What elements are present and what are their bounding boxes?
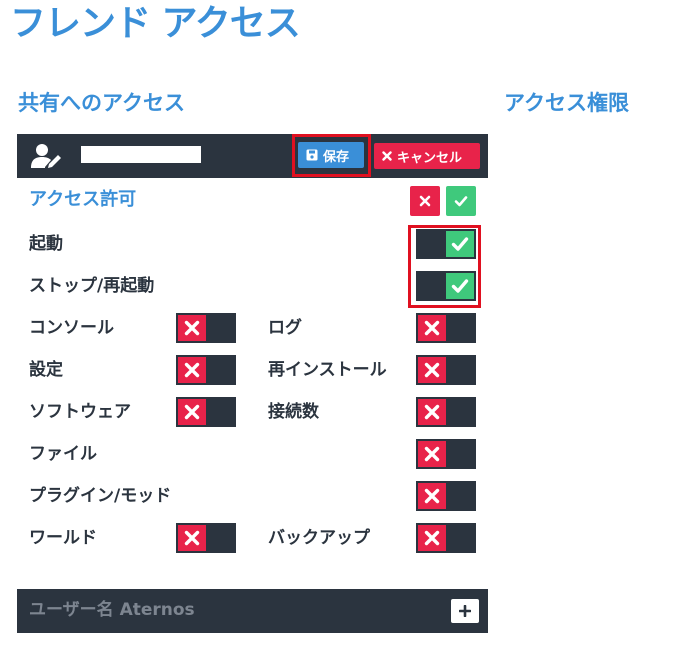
close-icon [419,195,431,207]
close-icon [424,488,440,504]
perm-label-backups: バックアップ [268,528,370,548]
perm-label-reinstall: 再インストール [268,360,387,380]
username-field [81,146,201,163]
perm-label-connections: 接続数 [268,402,319,422]
toggle-backups[interactable] [416,523,476,553]
toggle-knob-off [418,441,446,467]
add-user-input[interactable]: ユーザー名 Aternos [29,598,195,622]
perm-label-stop-restart: ストップ/再起動 [29,276,155,296]
toggle-knob-off [178,357,206,383]
save-label: 保存 [323,149,350,165]
close-icon [184,530,200,546]
deny-all-button[interactable] [410,186,440,216]
close-icon [382,151,392,161]
toggle-plugins-mods[interactable] [416,481,476,511]
perm-label-start: 起動 [29,234,63,254]
close-icon [184,404,200,420]
toggle-worlds[interactable] [176,523,236,553]
toggle-knob-off [418,315,446,341]
add-user-bar[interactable]: ユーザー名 Aternos [17,589,488,633]
toggle-knob-off [178,399,206,425]
toggle-settings[interactable] [176,355,236,385]
access-permissions-title: アクセス権限 [504,91,629,115]
perm-label-console: コンソール [29,318,114,338]
toggles-highlight-box [408,225,481,308]
user-edit-icon [31,144,61,168]
toggle-connections[interactable] [416,397,476,427]
perm-label-log: ログ [268,318,302,338]
close-icon [424,320,440,336]
close-icon [184,362,200,378]
checkmark-icon [454,196,468,207]
perm-label-software: ソフトウェア [29,402,131,422]
share-access-title: 共有へのアクセス [18,91,185,115]
close-icon [424,446,440,462]
close-icon [424,530,440,546]
close-icon [424,404,440,420]
close-icon [184,320,200,336]
close-icon [424,362,440,378]
allow-all-button[interactable] [446,186,476,216]
toggle-knob-off [418,357,446,383]
friend-access-page: フレンド アクセス 共有へのアクセス アクセス権限 保存 キャンセル アクセス許… [0,0,679,661]
toggle-knob-off [178,315,206,341]
toggle-knob-off [418,525,446,551]
perm-label-plugins-mods: プラグイン/モッド [29,486,172,506]
toggle-console[interactable] [176,313,236,343]
toggle-knob-off [418,399,446,425]
add-user-button[interactable] [451,599,479,623]
toggle-knob-off [418,483,446,509]
toggle-log[interactable] [416,313,476,343]
cancel-button[interactable]: キャンセル [374,143,480,169]
toggle-knob-off [178,525,206,551]
perm-label-settings: 設定 [29,360,63,380]
page-title: フレンド アクセス [10,3,301,44]
perm-label-files: ファイル [29,444,97,464]
perm-label-worlds: ワールド [29,528,97,548]
toggle-reinstall[interactable] [416,355,476,385]
cancel-label: キャンセル [397,150,463,166]
toggle-software[interactable] [176,397,236,427]
toggle-files[interactable] [416,439,476,469]
floppy-disk-icon [306,149,318,161]
permissions-header: アクセス許可 [29,189,137,210]
plus-icon [459,605,471,617]
save-button[interactable]: 保存 [298,142,364,168]
